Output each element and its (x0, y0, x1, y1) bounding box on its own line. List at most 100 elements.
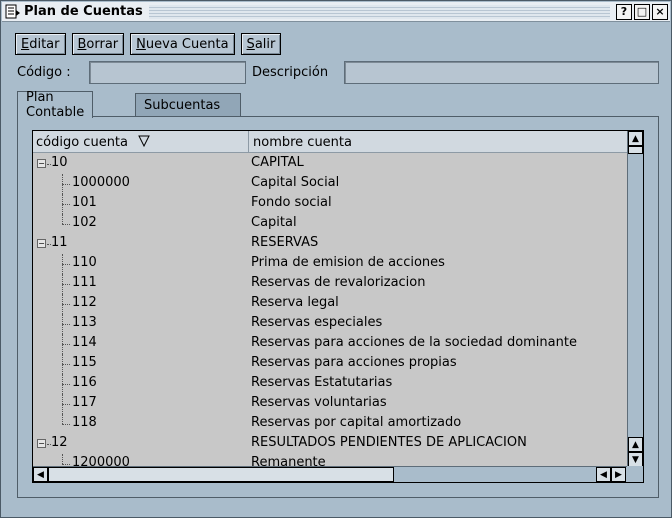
account-code: 111 (72, 275, 97, 290)
table-header: código cuenta nombre cuenta (33, 131, 627, 153)
delete-button-label: Borrar (77, 36, 119, 52)
toolbar: Editar Borrar Nueva Cuenta Salir (15, 33, 282, 55)
tree-connector (62, 214, 63, 224)
account-code: 12 (51, 435, 68, 450)
account-name: Reservas para acciones propias (251, 355, 457, 370)
table-row[interactable]: 118 Reservas por capital amortizado (33, 414, 627, 434)
collapse-icon[interactable]: − (37, 439, 46, 448)
table-row[interactable]: 114 Reservas para acciones de la sociedad… (33, 334, 627, 354)
account-code: 112 (72, 295, 97, 310)
scroll-right-icon[interactable]: ▶ (611, 467, 626, 482)
help-icon[interactable]: ? (616, 3, 632, 20)
scroll-left-icon-lower[interactable]: ◀ (596, 467, 611, 482)
account-code: 113 (72, 315, 97, 330)
title-bar[interactable]: Plan de Cuentas ? □ × (2, 2, 670, 22)
scroll-left-icon[interactable]: ◀ (33, 467, 48, 482)
tree-connector (62, 304, 70, 305)
account-name: Fondo social (251, 195, 332, 210)
account-code: 118 (72, 415, 97, 430)
account-name: Prima de emision de acciones (251, 255, 445, 270)
vertical-scroll-thumb[interactable] (628, 146, 643, 154)
edit-button-label: Editar (21, 36, 60, 52)
table-row[interactable]: 101 Fondo social (33, 194, 627, 214)
tree-connector (62, 224, 70, 225)
tree-connector (62, 364, 70, 365)
account-name: RESULTADOS PENDIENTES DE APLICACION (251, 435, 527, 450)
tree-connector (62, 464, 70, 465)
tab-plan-contable[interactable]: Plan Contable (17, 90, 94, 120)
account-name: Reservas Estatutarias (251, 375, 393, 390)
column-header-name-label: nombre cuenta (253, 134, 352, 150)
column-header-code[interactable]: código cuenta (33, 131, 249, 153)
close-icon[interactable]: × (652, 3, 668, 20)
account-code: 102 (72, 215, 97, 230)
column-header-name[interactable]: nombre cuenta (250, 131, 627, 153)
table-body: −10 CAPITAL 1000000 Capital Social 101 Fondo … (33, 154, 627, 467)
table-row[interactable]: 113 Reservas especiales (33, 314, 627, 334)
edit-button[interactable]: Editar (15, 33, 66, 55)
code-field[interactable] (89, 61, 246, 84)
account-code: 10 (51, 155, 68, 170)
account-name: Reservas voluntarias (251, 395, 387, 410)
table-row[interactable]: 102 Capital (33, 214, 627, 234)
delete-button[interactable]: Borrar (71, 33, 125, 55)
tree-connector (62, 414, 63, 424)
description-field[interactable] (344, 61, 659, 84)
tree-connector (62, 454, 63, 464)
account-name: Reservas especiales (251, 315, 383, 330)
tree-connector (62, 184, 70, 185)
account-name: Reservas por capital amortizado (251, 415, 462, 430)
account-code: 116 (72, 375, 97, 390)
account-name: Capital (251, 215, 297, 230)
account-name: Reservas de revalorizacion (251, 275, 426, 290)
account-name: RESERVAS (251, 235, 319, 250)
title-bar-stripes (148, 4, 610, 19)
filter-form: Código : Descripción (17, 61, 659, 85)
table-row[interactable]: −10 CAPITAL (33, 154, 627, 174)
exit-button[interactable]: Salir (240, 33, 282, 55)
exit-button-label: Salir (246, 36, 276, 52)
table-row[interactable]: 111 Reservas de revalorizacion (33, 274, 627, 294)
account-code: 117 (72, 395, 97, 410)
account-code: 11 (51, 235, 68, 250)
account-code: 101 (72, 195, 97, 210)
tree-connector (62, 404, 70, 405)
table-row[interactable]: 112 Reserva legal (33, 294, 627, 314)
tree-connector (62, 324, 70, 325)
table-row[interactable]: 115 Reservas para acciones propias (33, 354, 627, 374)
maximize-icon[interactable]: □ (634, 3, 650, 20)
plan-de-cuentas-window: Plan de Cuentas ? □ × Editar Borrar Nuev… (0, 0, 672, 518)
table-row[interactable]: 117 Reservas voluntarias (33, 394, 627, 414)
collapse-icon[interactable]: − (37, 239, 46, 248)
tree-connector (62, 204, 70, 205)
account-name: Reserva legal (251, 295, 339, 310)
tree-connector (62, 344, 70, 345)
code-label: Código : (17, 65, 71, 80)
new-account-button[interactable]: Nueva Cuenta (130, 33, 235, 55)
column-header-code-label: código cuenta (36, 134, 128, 150)
tab-subcuentas[interactable]: Subcuentas (135, 93, 241, 117)
table-row[interactable]: 110 Prima de emision de acciones (33, 254, 627, 274)
scroll-down-icon[interactable]: ▼ (628, 452, 643, 467)
account-code: 110 (72, 255, 97, 270)
scroll-up-icon[interactable]: ▲ (628, 131, 643, 146)
window-menu-icon[interactable] (4, 3, 22, 21)
table-row[interactable]: −11 RESERVAS (33, 234, 627, 254)
tab-panel: código cuenta nombre cuenta −10 CAPITAL 10… (17, 116, 659, 498)
scroll-up-icon-lower[interactable]: ▲ (628, 437, 643, 452)
table-row[interactable]: 116 Reservas Estatutarias (33, 374, 627, 394)
horizontal-scroll-thumb[interactable] (48, 467, 394, 482)
horizontal-scrollbar[interactable]: ◀ ◀ ▶ (33, 466, 627, 482)
new-account-button-label: Nueva Cuenta (136, 36, 229, 52)
table-row[interactable]: −12 RESULTADOS PENDIENTES DE APLICACION (33, 434, 627, 454)
sort-descending-icon[interactable] (138, 135, 150, 150)
account-code: 115 (72, 355, 97, 370)
account-name: Reservas para acciones de la sociedad do… (251, 335, 577, 350)
collapse-icon[interactable]: − (37, 159, 46, 168)
table-row[interactable]: 1000000 Capital Social (33, 174, 627, 194)
description-label: Descripción (252, 65, 329, 80)
vertical-scrollbar[interactable]: ▲ ▲ ▼ (627, 131, 643, 468)
accounts-tree-table[interactable]: código cuenta nombre cuenta −10 CAPITAL 10… (32, 130, 644, 483)
tree-connector (62, 424, 70, 425)
account-name: Capital Social (251, 175, 340, 190)
